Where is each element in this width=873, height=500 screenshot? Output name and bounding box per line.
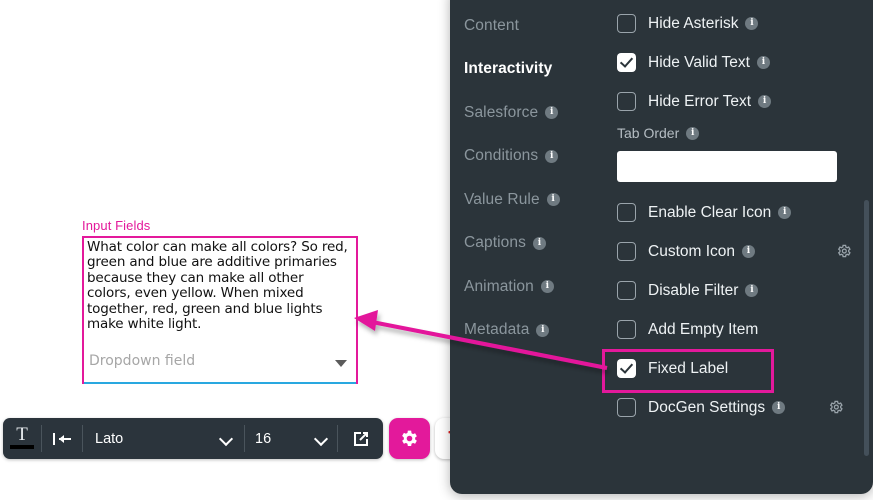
checkbox-hide-asterisk[interactable]: [617, 14, 636, 33]
chevron-down-icon[interactable]: [335, 360, 347, 367]
input-fields-label: Input Fields: [82, 218, 151, 233]
checkbox-add-empty-item[interactable]: [617, 320, 636, 339]
gear-icon: [402, 430, 417, 447]
formatting-toolbar[interactable]: T Lato 16: [3, 418, 476, 459]
input-fields-group: Input Fields What color can make all col…: [82, 218, 358, 384]
info-icon[interactable]: i: [540, 280, 554, 294]
font-size-select[interactable]: 16: [245, 418, 337, 459]
checkbox-hide-valid-text[interactable]: [617, 53, 636, 72]
option-label: Fixed Label: [648, 359, 729, 377]
sidebar-item-salesforce[interactable]: Salesforce i: [450, 91, 606, 135]
sidebar-item-value-rule[interactable]: Value Rule i: [450, 178, 606, 222]
option-label: Hide Error Text: [648, 92, 752, 110]
settings-button[interactable]: [389, 418, 430, 459]
chevron-down-icon: [221, 433, 232, 444]
option-label: Custom Icon: [648, 242, 736, 260]
toolbar-main-group: T Lato 16: [3, 418, 383, 459]
info-icon[interactable]: i: [532, 236, 546, 250]
checkbox-enable-clear-icon[interactable]: [617, 203, 636, 222]
custom-icon-settings-gear-icon[interactable]: [836, 243, 852, 264]
info-icon[interactable]: i: [745, 284, 759, 297]
font-family-value: Lato: [95, 430, 124, 447]
option-add-empty-item[interactable]: Add Empty Item: [606, 310, 873, 349]
sidebar-item-captions[interactable]: Captions i: [450, 222, 606, 266]
input-field-container[interactable]: What color can make all colors? So red, …: [82, 236, 358, 384]
option-hide-asterisk[interactable]: Hide Asterisk i: [606, 4, 873, 43]
option-label: Hide Valid Text: [648, 53, 750, 71]
option-label: Enable Clear Icon: [648, 203, 772, 221]
checkbox-hide-error-text[interactable]: [617, 92, 636, 111]
option-label: Add Empty Item: [648, 320, 759, 338]
info-icon[interactable]: i: [772, 401, 786, 414]
field-focus-underline: [84, 382, 356, 384]
info-icon[interactable]: i: [545, 106, 559, 120]
sidebar-item-content[interactable]: Content: [450, 4, 606, 48]
font-family-select[interactable]: Lato: [83, 418, 244, 459]
info-icon[interactable]: i: [745, 17, 759, 30]
info-icon[interactable]: i: [778, 206, 792, 219]
sidebar-item-conditions[interactable]: Conditions i: [450, 135, 606, 179]
option-hide-error-text[interactable]: Hide Error Text i: [606, 82, 873, 121]
option-label: Hide Asterisk: [648, 14, 739, 32]
panel-tab-list: Content Interactivity Salesforce i Condi…: [450, 0, 606, 494]
checkbox-docgen-settings[interactable]: [617, 398, 636, 417]
option-hide-valid-text[interactable]: Hide Valid Text i: [606, 43, 873, 82]
option-label: Disable Filter: [648, 281, 739, 299]
checkbox-fixed-label[interactable]: [617, 359, 636, 378]
option-disable-filter[interactable]: Disable Filter i: [606, 271, 873, 310]
tab-order-label: Tab Order: [617, 125, 680, 141]
info-icon[interactable]: i: [758, 95, 772, 108]
text-format-icon[interactable]: T: [3, 418, 41, 459]
sidebar-item-interactivity[interactable]: Interactivity: [450, 48, 606, 92]
info-icon[interactable]: i: [545, 149, 559, 163]
external-link-icon[interactable]: [338, 418, 383, 459]
chevron-down-icon: [316, 433, 327, 444]
option-enable-clear-icon[interactable]: Enable Clear Icon i: [606, 193, 873, 232]
checkbox-disable-filter[interactable]: [617, 281, 636, 300]
sidebar-item-animation[interactable]: Animation i: [450, 265, 606, 309]
sidebar-item-metadata[interactable]: Metadata i: [450, 309, 606, 353]
tab-order-label-row: Tab Order i: [606, 121, 873, 145]
option-label: DocGen Settings: [648, 398, 766, 416]
info-icon[interactable]: i: [742, 245, 756, 258]
vertical-scrollbar[interactable]: [864, 200, 869, 456]
font-size-value: 16: [255, 430, 272, 447]
scrollbar-thumb[interactable]: [864, 200, 869, 456]
option-custom-icon[interactable]: Custom Icon i: [606, 232, 873, 271]
checkbox-custom-icon[interactable]: [617, 242, 636, 261]
dropdown-placeholder: Dropdown field: [89, 353, 196, 369]
option-docgen-settings[interactable]: DocGen Settings i: [606, 388, 873, 427]
tab-order-input[interactable]: [617, 151, 837, 182]
info-icon[interactable]: i: [686, 126, 700, 140]
option-fixed-label[interactable]: Fixed Label: [602, 349, 873, 393]
indent-left-icon[interactable]: [42, 418, 82, 459]
dropdown-field[interactable]: Dropdown field: [87, 352, 353, 378]
docgen-settings-gear-icon[interactable]: [828, 399, 844, 420]
info-icon[interactable]: i: [546, 193, 560, 207]
info-icon[interactable]: i: [536, 323, 550, 337]
info-icon[interactable]: i: [756, 56, 770, 69]
textarea-value[interactable]: What color can make all colors? So red, …: [87, 239, 350, 332]
properties-panel: Content Interactivity Salesforce i Condi…: [450, 0, 873, 494]
interactivity-options: Hide Asterisk i Hide Valid Text i Hide E…: [602, 0, 873, 494]
